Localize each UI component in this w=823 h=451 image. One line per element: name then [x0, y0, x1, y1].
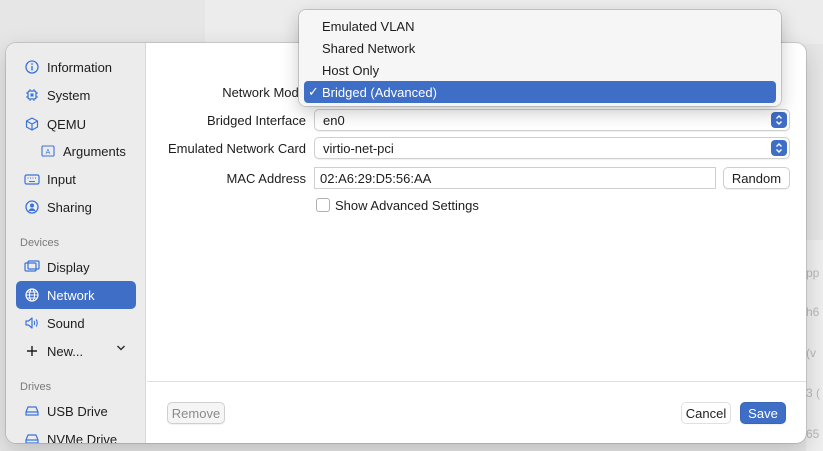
sidebar-item-system[interactable]: System [16, 81, 136, 109]
devices-heading: Devices [20, 237, 60, 249]
background-text: 65 [806, 427, 820, 441]
network-card-label: Emulated Network Card [168, 141, 306, 156]
text-field-icon: A [40, 143, 56, 159]
sidebar-item-usb-drive[interactable]: USB Drive [16, 397, 136, 425]
chip-icon [24, 87, 40, 103]
bridged-interface-value: en0 [323, 112, 345, 128]
sidebar-item-sound[interactable]: Sound [16, 309, 136, 337]
display-icon [24, 259, 40, 275]
mac-address-label: MAC Address [226, 171, 306, 186]
menu-item-bridged-advanced[interactable]: ✓ Bridged (Advanced) [304, 81, 776, 103]
sidebar-item-label: Input [47, 171, 76, 187]
network-card-popup[interactable]: virtio-net-pci [314, 137, 790, 159]
advanced-settings-checkbox[interactable] [316, 198, 330, 212]
sidebar-item-label: Information [47, 59, 113, 75]
sidebar-item-label: System [47, 87, 91, 103]
sidebar-item-sharing[interactable]: Sharing [16, 193, 136, 221]
menu-item-shared-network[interactable]: Shared Network [304, 37, 776, 59]
drives-heading: Drives [20, 381, 52, 393]
save-button[interactable]: Save [740, 402, 786, 424]
bridged-interface-popup[interactable]: en0 [314, 109, 790, 131]
new-device-label: New... [47, 343, 84, 359]
background-text: pp [806, 266, 820, 280]
menu-item-host-only[interactable]: Host Only [304, 59, 776, 81]
cancel-button[interactable]: Cancel [681, 402, 731, 424]
popup-stepper-icon [771, 140, 787, 156]
chevron-down-icon [116, 343, 126, 355]
globe-icon [24, 287, 40, 303]
sidebar-item-qemu[interactable]: QEMU [16, 110, 136, 138]
network-mode-menu: Emulated VLAN Shared Network Host Only ✓… [299, 10, 781, 106]
menu-item-label: Bridged (Advanced) [322, 84, 437, 100]
mac-address-field[interactable]: 02:A6:29:D5:56:AA [314, 167, 716, 189]
sidebar: Information System QEMU A Arguments Inpu… [6, 43, 146, 443]
drive-icon [24, 403, 40, 419]
sidebar-item-display[interactable]: Display [16, 253, 136, 281]
background-text: h6 [806, 305, 820, 319]
checkmark-icon: ✓ [308, 84, 319, 99]
menu-item-emulated-vlan[interactable]: Emulated VLAN [304, 15, 776, 37]
drive-icon [24, 431, 40, 443]
sidebar-item-label: Arguments [63, 143, 126, 159]
sidebar-item-network[interactable]: Network [16, 281, 136, 309]
new-device-menu[interactable]: New... [16, 337, 136, 365]
network-mode-label: Network Mode [222, 85, 306, 100]
keyboard-icon [24, 171, 40, 187]
cube-icon [24, 116, 40, 132]
footer-divider [147, 381, 806, 382]
bridged-interface-label: Bridged Interface [206, 113, 306, 128]
advanced-settings-label: Show Advanced Settings [335, 198, 479, 213]
sidebar-item-label: NVMe Drive [47, 431, 118, 444]
mac-address-value: 02:A6:29:D5:56:AA [320, 170, 432, 186]
sidebar-item-label: QEMU [47, 116, 86, 132]
plus-icon [24, 343, 40, 359]
sidebar-item-label: Network [47, 287, 95, 303]
sidebar-item-label: Sharing [47, 199, 92, 215]
popup-stepper-icon [771, 112, 787, 128]
sidebar-item-label: Sound [47, 315, 85, 331]
sidebar-item-information[interactable]: Information [16, 53, 136, 81]
sidebar-item-arguments[interactable]: A Arguments [16, 137, 136, 165]
sidebar-item-input[interactable]: Input [16, 165, 136, 193]
sidebar-item-nvme-drive[interactable]: NVMe Drive [16, 425, 136, 443]
background-text: 3 ( [806, 386, 821, 400]
sidebar-item-label: Display [47, 259, 90, 275]
speaker-icon [24, 315, 40, 331]
info-icon [24, 59, 40, 75]
network-card-value: virtio-net-pci [323, 140, 394, 156]
svg-text:A: A [46, 149, 51, 156]
random-button[interactable]: Random [723, 167, 790, 189]
sidebar-item-label: USB Drive [47, 403, 108, 419]
person-icon [24, 199, 40, 215]
remove-button[interactable]: Remove [167, 402, 225, 424]
background-text: (v [806, 346, 816, 360]
